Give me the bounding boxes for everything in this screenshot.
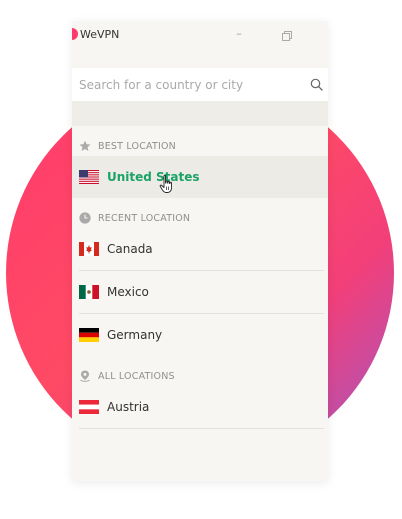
search-input[interactable] [72, 68, 299, 101]
location-row-canada[interactable]: Canada [72, 228, 328, 270]
restore-button[interactable] [276, 25, 296, 43]
austria-flag-icon [79, 400, 99, 414]
canada-flag-icon [79, 242, 99, 256]
us-flag-icon [79, 170, 99, 184]
section-label: ALL LOCATIONS [98, 371, 175, 382]
star-icon [79, 140, 91, 151]
location-row-united-states[interactable]: United States [72, 156, 328, 198]
location-row-austria[interactable]: Austria [72, 386, 328, 428]
minimize-icon: – [236, 27, 242, 40]
mexico-flag-icon [79, 285, 99, 299]
location-name: Canada [107, 242, 153, 256]
section-label: BEST LOCATION [98, 141, 176, 152]
title-bar: WeVPN – [72, 21, 328, 68]
section-label: RECENT LOCATION [98, 213, 191, 224]
row-divider [79, 428, 324, 429]
search-icon[interactable] [310, 78, 323, 91]
location-name: Mexico [107, 285, 149, 299]
app-logo-icon [72, 28, 78, 40]
restore-icon [282, 31, 292, 41]
hand-cursor-icon [159, 174, 172, 193]
location-name: Germany [107, 328, 163, 342]
location-pin-icon [80, 370, 90, 382]
screenshot-stage: WeVPN – BEST LOCATION [0, 0, 402, 519]
section-header-best: BEST LOCATION [72, 126, 328, 156]
minimize-button[interactable]: – [229, 25, 249, 43]
clock-icon [79, 212, 91, 224]
location-row-mexico[interactable]: Mexico [72, 271, 328, 313]
section-header-recent: RECENT LOCATION [72, 198, 328, 228]
section-header-all: ALL LOCATIONS [72, 356, 328, 386]
app-window: WeVPN – BEST LOCATION [72, 21, 328, 481]
spacer-band [72, 101, 328, 126]
search-bar [72, 68, 328, 101]
location-name: United States [107, 170, 200, 184]
germany-flag-icon [79, 328, 99, 342]
location-name: Austria [107, 400, 150, 414]
location-row-germany[interactable]: Germany [72, 314, 328, 356]
app-title: WeVPN [80, 28, 120, 41]
